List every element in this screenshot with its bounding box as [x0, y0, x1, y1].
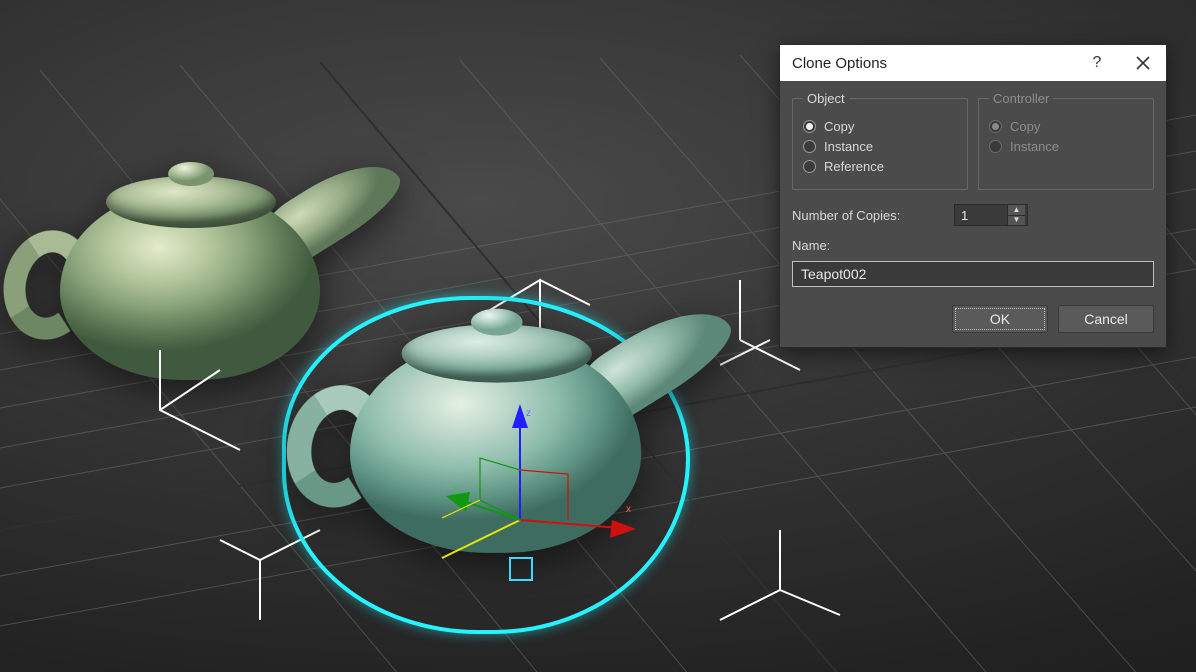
copies-input[interactable] — [955, 205, 1007, 225]
object-instance-radio[interactable]: Instance — [803, 139, 957, 154]
radio-icon — [989, 140, 1002, 153]
dialog-title: Clone Options — [792, 55, 1074, 72]
spinner-down[interactable]: ▼ — [1008, 216, 1025, 226]
controller-copy-radio: Copy — [989, 119, 1143, 134]
object-group: Object Copy Instance Reference — [792, 91, 968, 190]
cancel-button[interactable]: Cancel — [1058, 305, 1154, 333]
radio-label: Instance — [824, 139, 873, 154]
object-reference-radio[interactable]: Reference — [803, 159, 957, 174]
close-button[interactable] — [1120, 45, 1166, 81]
controller-instance-radio: Instance — [989, 139, 1143, 154]
object-copy-radio[interactable]: Copy — [803, 119, 957, 134]
spinner-up[interactable]: ▲ — [1008, 205, 1025, 216]
radio-icon — [803, 120, 816, 133]
close-icon — [1136, 56, 1150, 70]
clone-options-dialog[interactable]: Clone Options ? Object Copy Instance Ref… — [779, 44, 1167, 348]
dialog-titlebar[interactable]: Clone Options ? — [780, 45, 1166, 81]
copies-label: Number of Copies: — [792, 208, 944, 223]
radio-icon — [803, 140, 816, 153]
object-group-legend: Object — [803, 91, 849, 106]
radio-label: Copy — [824, 119, 854, 134]
name-input[interactable] — [792, 261, 1154, 287]
radio-label: Reference — [824, 159, 884, 174]
name-label: Name: — [792, 238, 1154, 253]
controller-group: Controller Copy Instance — [978, 91, 1154, 190]
help-button[interactable]: ? — [1074, 45, 1120, 81]
ok-button[interactable]: OK — [952, 305, 1048, 333]
controller-group-legend: Controller — [989, 91, 1053, 106]
radio-icon — [803, 160, 816, 173]
radio-icon — [989, 120, 1002, 133]
radio-label: Instance — [1010, 139, 1059, 154]
radio-label: Copy — [1010, 119, 1040, 134]
copies-spinner[interactable]: ▲ ▼ — [954, 204, 1028, 226]
